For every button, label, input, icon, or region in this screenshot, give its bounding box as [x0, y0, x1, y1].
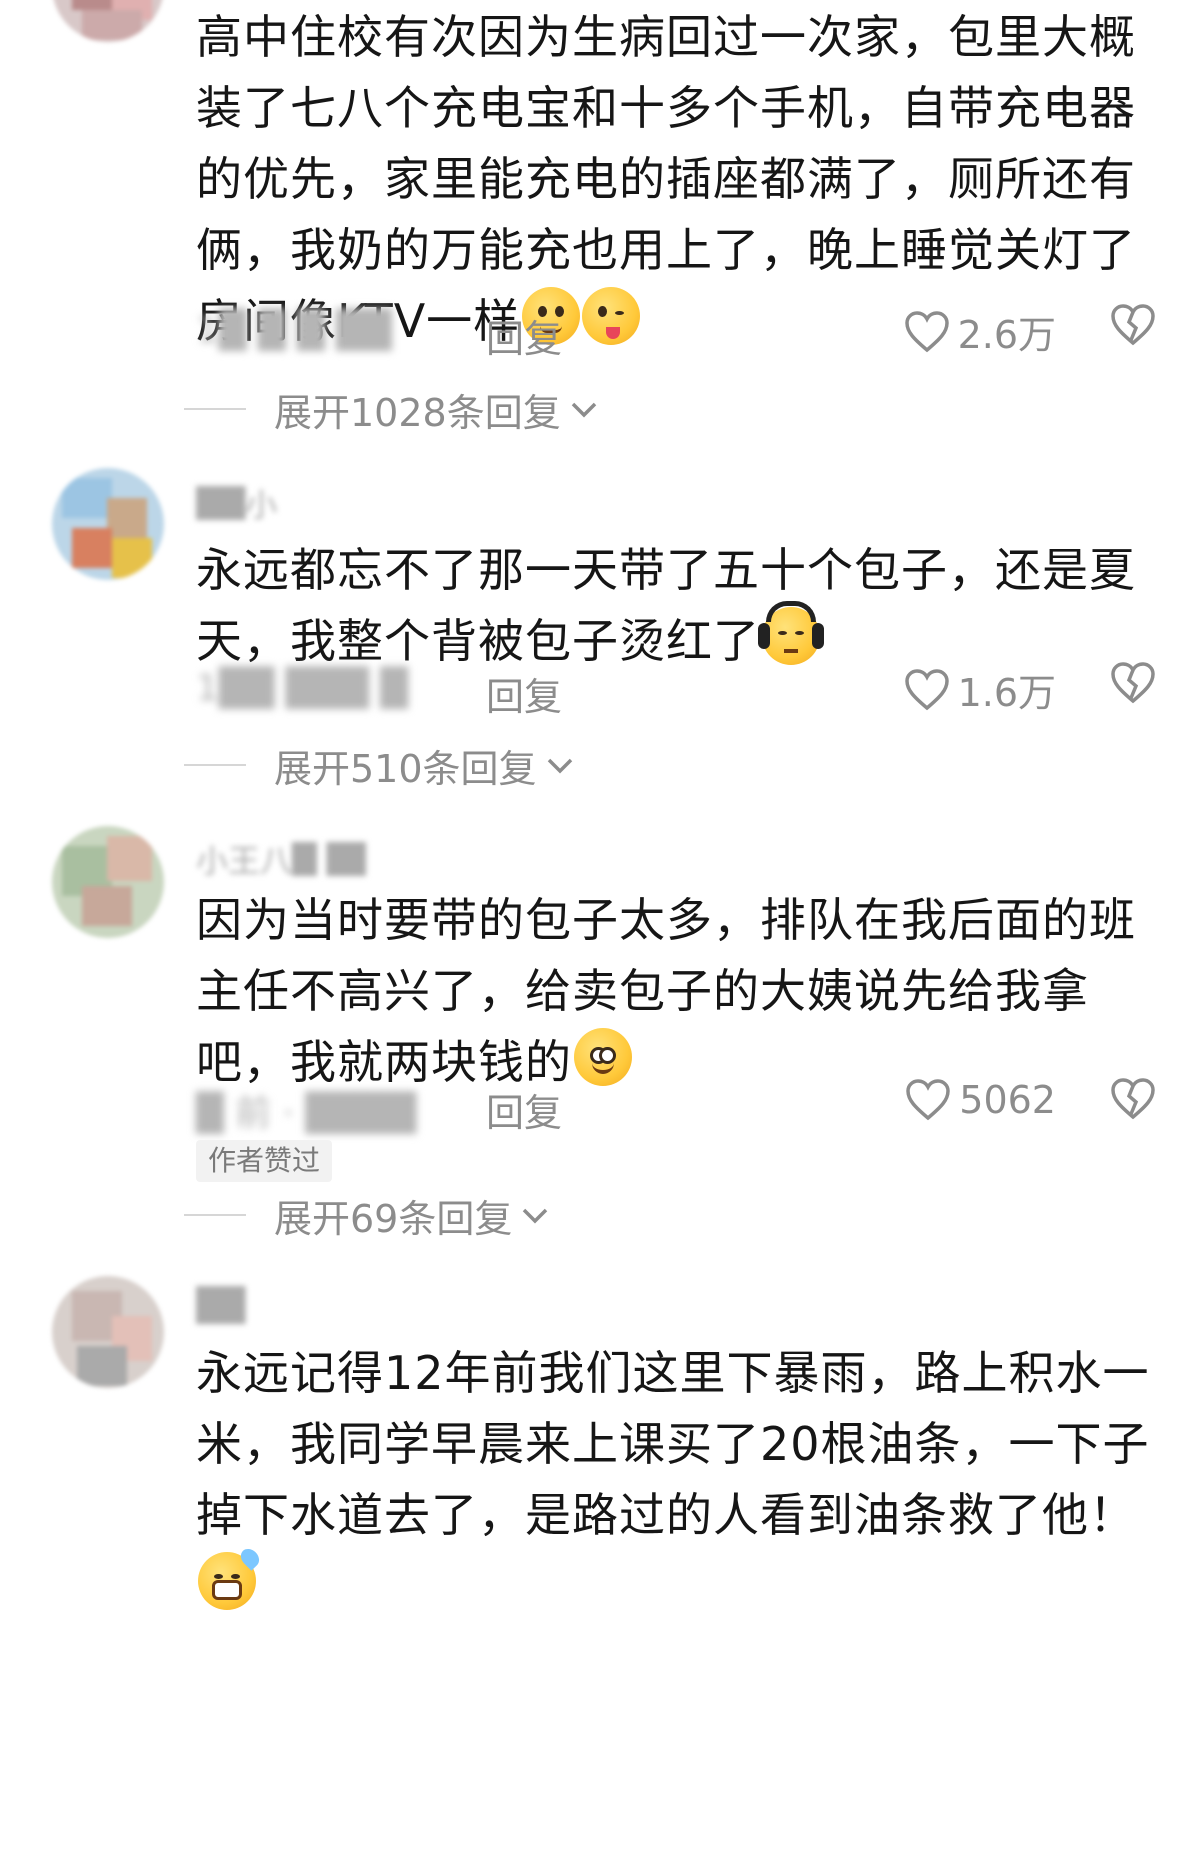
- divider: [184, 764, 246, 766]
- dislike-button[interactable]: [1110, 662, 1156, 708]
- avatar[interactable]: [52, 0, 164, 42]
- username[interactable]: ██小: [196, 480, 366, 520]
- broken-heart-icon: [1111, 1078, 1155, 1120]
- comment-meta: █ 前 · ████ 回复 5062: [196, 1076, 1156, 1135]
- author-liked-badge: 作者赞过: [196, 1140, 333, 1182]
- expand-replies-button[interactable]: 展开1028条回复: [184, 384, 599, 435]
- comment-text: 永远都忘不了那一天带了五十个包子，还是夏天，我整个背被包子烫红了: [196, 543, 1136, 668]
- chevron-down-icon: [571, 402, 596, 418]
- like-count: 2.6万: [957, 313, 1056, 357]
- username[interactable]: 小王八█ ██: [196, 836, 366, 876]
- like-button[interactable]: 1.6万: [904, 662, 1056, 717]
- heart-icon: [906, 1079, 951, 1121]
- avatar[interactable]: [52, 468, 164, 580]
- headphones-face-emoji: [758, 601, 824, 665]
- like-button[interactable]: 2.6万: [904, 304, 1056, 359]
- comment-meta: 1██ ███ █ 回复 1.6万: [196, 660, 1156, 719]
- timestamp: 1█ █ █ ██: [196, 310, 392, 351]
- expand-replies-label: 展开510条回复: [274, 746, 537, 791]
- expand-replies-button[interactable]: 展开69条回复: [184, 1190, 550, 1241]
- expand-replies-label: 展开1028条回复: [274, 390, 561, 435]
- avatar[interactable]: [52, 826, 164, 938]
- like-button[interactable]: 5062: [905, 1078, 1056, 1122]
- reply-button[interactable]: 回复: [486, 666, 562, 721]
- chevron-down-icon: [547, 758, 572, 774]
- heart-icon: [904, 310, 949, 352]
- reply-button[interactable]: 回复: [486, 1082, 562, 1137]
- broken-heart-icon: [1111, 304, 1155, 346]
- timestamp: █ 前 · ████: [196, 1093, 417, 1134]
- like-count: 5062: [959, 1078, 1056, 1122]
- chevron-down-icon: [523, 1208, 548, 1224]
- expand-replies-button[interactable]: 展开510条回复: [184, 740, 575, 791]
- comment-text: 永远记得12年前我们这里下暴雨，路上积水一米，我同学早晨来上课买了20根油条，一…: [196, 1338, 1166, 1622]
- divider: [184, 1214, 246, 1216]
- heart-icon: [904, 668, 949, 710]
- reply-button[interactable]: 回复: [486, 308, 562, 363]
- dislike-button[interactable]: [1110, 304, 1156, 350]
- username[interactable]: ██: [196, 1286, 366, 1326]
- expand-replies-label: 展开69条回复: [274, 1196, 513, 1241]
- grinning-sweat-emoji: [198, 1545, 263, 1610]
- divider: [184, 408, 246, 410]
- timestamp: 1██ ███ █: [196, 668, 408, 709]
- dislike-button[interactable]: [1110, 1078, 1156, 1124]
- broken-heart-icon: [1111, 662, 1155, 704]
- avatar[interactable]: [52, 1276, 164, 1388]
- comment-text: 因为当时要带的包子太多，排队在我后面的班主任不高兴了，给卖包子的大姨说先给我拿吧…: [196, 893, 1136, 1089]
- comment-meta: 1█ █ █ ██ 回复 2.6万: [196, 302, 1156, 361]
- like-count: 1.6万: [957, 671, 1056, 715]
